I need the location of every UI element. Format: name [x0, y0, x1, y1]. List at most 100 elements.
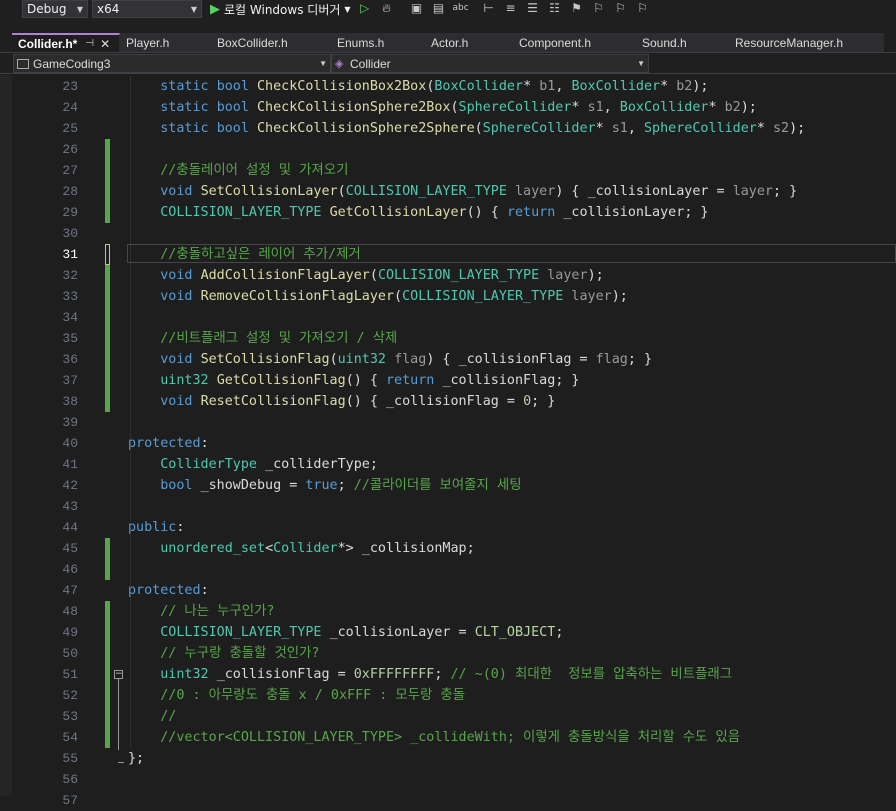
code-text: // 나는 누구인가? — [160, 604, 275, 619]
tab-resourcemanager-h[interactable]: ResourceManager.h — [729, 33, 884, 52]
tab-label: Player.h — [126, 35, 170, 50]
fold-region-end — [118, 762, 124, 763]
pin-icon[interactable]: ⊣ — [85, 38, 94, 49]
code-line[interactable]: 26 — [0, 139, 896, 160]
platform-select[interactable]: x64 ▼ — [92, 0, 202, 18]
line-number: 49 — [62, 625, 78, 640]
saved-change-marker — [105, 328, 110, 349]
hot-reload-icon[interactable]: 🔥︎ — [379, 0, 395, 16]
code-text: //충돌레이어 설정 및 가져오기 — [160, 163, 349, 178]
saved-change-marker — [105, 160, 110, 181]
tab-component-h[interactable]: Component.h — [513, 33, 636, 52]
clear-bookmarks-icon[interactable]: ⚐ — [635, 0, 651, 16]
tab-enums-h[interactable]: Enums.h — [331, 33, 425, 52]
code-line[interactable]: 33 void RemoveCollisionFlagLayer(COLLISI… — [0, 286, 896, 307]
line-number: 25 — [62, 121, 78, 136]
code-line[interactable]: 31 //충돌하고싶은 레이어 추가/제거 — [0, 244, 896, 265]
toolbar: Debug ▼ x64 ▼ ▶ 로컬 Windows 디버거 ▼ ▷ 🔥︎ ▣ … — [0, 0, 896, 33]
line-number: 30 — [62, 226, 78, 241]
code-line[interactable]: 28 void SetCollisionLayer(COLLISION_LAYE… — [0, 181, 896, 202]
code-text: uint32 _collisionFlag = 0xFFFFFFFF; // ~… — [160, 667, 733, 682]
code-line[interactable]: 42 bool _showDebug = true; //콜라이더를 보여줄지 … — [0, 475, 896, 496]
code-line[interactable]: 36 void SetCollisionFlag(uint32 flag) { … — [0, 349, 896, 370]
code-text: unordered_set<Collider*> _collisionMap; — [160, 541, 475, 556]
chevron-down-icon: ▼ — [637, 59, 645, 68]
code-line[interactable]: 53 // — [0, 706, 896, 727]
code-line[interactable]: 44 public: — [0, 517, 896, 538]
code-line[interactable]: 52 //0 : 아무랑도 충돌 x / 0xFFF : 모두랑 충돌 — [0, 685, 896, 706]
code-line[interactable]: 38 void ResetCollisionFlag() { _collisio… — [0, 391, 896, 412]
tab-label: ResourceManager.h — [735, 35, 844, 50]
tab-boxcollider-h[interactable]: BoxCollider.h — [211, 33, 331, 52]
collapse-icon[interactable]: − — [114, 670, 123, 679]
code-line[interactable]: 24 static bool CheckCollisionSphere2Box(… — [0, 97, 896, 118]
line-number: 38 — [62, 394, 78, 409]
line-number: 52 — [62, 688, 78, 703]
code-line[interactable]: 30 — [0, 223, 896, 244]
code-text: public: — [128, 520, 185, 535]
code-line[interactable]: 35 //비트플래그 설정 및 가져오기 / 삭제 — [0, 328, 896, 349]
code-line[interactable]: 23 static bool CheckCollisionBox2Box(Box… — [0, 76, 896, 97]
code-line[interactable]: 40 protected: — [0, 433, 896, 454]
code-line[interactable]: 32 void AddCollisionFlagLayer(COLLISION_… — [0, 265, 896, 286]
code-line[interactable]: 46 — [0, 559, 896, 580]
run-label: 로컬 Windows 디버거 — [224, 2, 341, 17]
tab-player-h[interactable]: Player.h — [120, 33, 211, 52]
tab-actor-h[interactable]: Actor.h — [425, 33, 513, 52]
uncomment-icon[interactable]: ☷ — [547, 0, 563, 16]
step-icon[interactable]: ⊢ — [481, 0, 497, 16]
line-number: 41 — [62, 457, 78, 472]
browse-icon[interactable]: ▤ — [431, 0, 447, 16]
saved-change-marker — [105, 349, 110, 370]
bookmark-icon[interactable]: ⚑ — [569, 0, 585, 16]
saved-change-marker — [105, 391, 110, 412]
line-number: 44 — [62, 520, 78, 535]
code-line[interactable]: 41 ColliderType _colliderType; — [0, 454, 896, 475]
code-line[interactable]: 37 uint32 GetCollisionFlag() { return _c… — [0, 370, 896, 391]
code-line[interactable]: 29 COLLISION_LAYER_TYPE GetCollisionLaye… — [0, 202, 896, 223]
run-debugger-button[interactable]: ▶ 로컬 Windows 디버거 ▼ — [210, 0, 351, 18]
code-line[interactable]: 27 //충돌레이어 설정 및 가져오기 — [0, 160, 896, 181]
project-dropdown[interactable]: GameCoding3 ▼ — [13, 54, 331, 73]
code-editor[interactable]: 23 static bool CheckCollisionBox2Box(Box… — [0, 75, 896, 808]
config-value: Debug — [27, 2, 67, 16]
config-select[interactable]: Debug ▼ — [22, 0, 88, 18]
line-number: 47 — [62, 583, 78, 598]
code-line[interactable]: 48 // 나는 누구인가? — [0, 601, 896, 622]
chevron-down-icon: ▼ — [319, 59, 327, 68]
saved-change-marker — [105, 307, 110, 328]
tab-collider-h[interactable]: Collider.h* ⊣ ✕ — [12, 33, 120, 52]
solution-explorer-icon[interactable]: ▣ — [409, 0, 425, 16]
line-number: 53 — [62, 709, 78, 724]
code-line[interactable]: 49 COLLISION_LAYER_TYPE _collisionLayer … — [0, 622, 896, 643]
play-outline-icon[interactable]: ▷ — [357, 0, 373, 16]
prev-bookmark-icon[interactable]: ⚐ — [591, 0, 607, 16]
tab-sound-h[interactable]: Sound.h — [636, 33, 729, 52]
line-number: 40 — [62, 436, 78, 451]
line-number: 48 — [62, 604, 78, 619]
project-name: GameCoding3 — [33, 56, 111, 71]
code-line[interactable]: 56 — [0, 769, 896, 790]
line-number: 23 — [62, 79, 78, 94]
code-line[interactable]: 57 — [0, 790, 896, 811]
code-text: uint32 GetCollisionFlag() { return _coll… — [160, 373, 580, 388]
code-line[interactable]: 45 unordered_set<Collider*> _collisionMa… — [0, 538, 896, 559]
code-line[interactable]: 55}; — [0, 748, 896, 769]
code-line[interactable]: 34 — [0, 307, 896, 328]
code-line[interactable]: 47 protected: — [0, 580, 896, 601]
spell-check-icon[interactable]: abc — [452, 0, 468, 16]
code-line[interactable]: 50 // 누구랑 충돌할 것인가? — [0, 643, 896, 664]
code-line[interactable]: 39 — [0, 412, 896, 433]
scope-dropdown[interactable]: ◈ Collider ▼ — [331, 54, 649, 73]
close-icon[interactable]: ✕ — [100, 37, 110, 51]
comment-icon[interactable]: ☰ — [525, 0, 541, 16]
code-line[interactable]: 51 uint32 _collisionFlag = 0xFFFFFFFF; /… — [0, 664, 896, 685]
chevron-down-icon: ▼ — [76, 5, 83, 14]
next-bookmark-icon[interactable]: ⚐ — [613, 0, 629, 16]
document-tabs: Collider.h* ⊣ ✕ Player.h BoxCollider.h E… — [0, 33, 896, 53]
code-line[interactable]: 43 — [0, 496, 896, 517]
indent-icon[interactable]: ≡ — [503, 0, 519, 16]
code-line[interactable]: 54 //vector<COLLISION_LAYER_TYPE> _colli… — [0, 727, 896, 748]
code-line[interactable]: 25 static bool CheckCollisionSphere2Sphe… — [0, 118, 896, 139]
code-text: void AddCollisionFlagLayer(COLLISION_LAY… — [160, 268, 604, 283]
